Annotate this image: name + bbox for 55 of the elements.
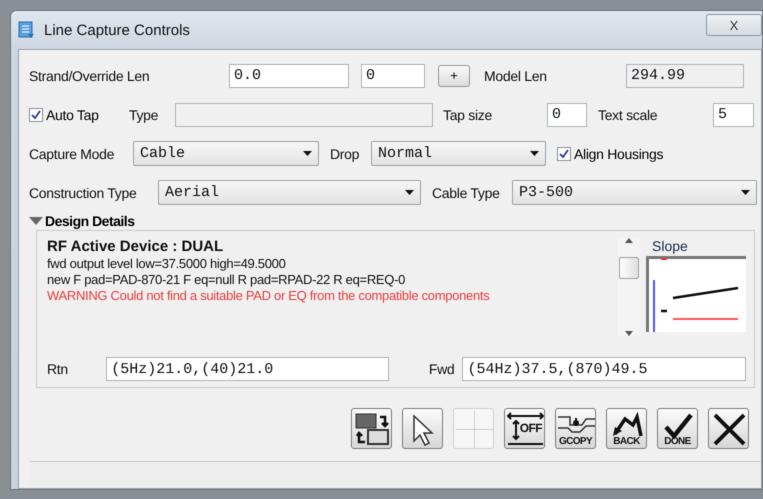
field-label: Fwd (428, 361, 456, 377)
gcopy-button[interactable]: GCOPY (555, 408, 596, 449)
forward-levels-field[interactable]: (54Hz)37.5,(870)49.5 (462, 357, 746, 381)
pointer-button[interactable] (402, 408, 443, 449)
field-label: Construction Type (29, 184, 138, 200)
slope-label: Slope (651, 238, 689, 254)
expand-triangle-icon (29, 217, 43, 225)
details-text: new F pad=PAD-870-21 F eq=null R pad=RPAD-22 R eq=REQ-0 (47, 272, 406, 288)
grid-icon (454, 409, 493, 448)
dropdown-caret-icon (741, 190, 750, 195)
field-label: Rtn (47, 361, 69, 377)
text-scale-field[interactable]: 5 (713, 102, 754, 126)
check-icon (31, 110, 41, 120)
field-label: Strand/Override Len (29, 68, 150, 84)
check-icon (559, 148, 569, 158)
dropdown-caret-icon (530, 151, 539, 156)
back-button[interactable]: BACK (606, 408, 647, 449)
dropdown-caret-icon (405, 190, 414, 195)
construction-type-dropdown[interactable]: Aerial (158, 180, 421, 205)
field-label: Text scale (597, 106, 658, 122)
override-length-field[interactable]: 0 (361, 64, 425, 88)
align-housings-checkbox[interactable]: Align Housings (557, 146, 664, 162)
dropdown-caret-icon (303, 151, 312, 156)
drop-dropdown[interactable]: Normal (371, 141, 546, 166)
strand-length-field[interactable]: 0.0 (229, 64, 349, 88)
scroll-thumb[interactable] (619, 257, 640, 279)
type-field[interactable] (175, 102, 433, 126)
plus-button[interactable]: + (438, 64, 470, 86)
app-icon (18, 21, 36, 39)
done-button[interactable]: DONE (657, 408, 698, 449)
field-label: Capture Mode (29, 146, 116, 162)
details-heading: RF Active Device : DUAL (47, 238, 224, 256)
swap-button[interactable] (351, 408, 392, 449)
cable-type-dropdown[interactable]: P3-500 (512, 180, 757, 205)
design-details-toggle[interactable]: Design Details (29, 212, 761, 230)
auto-tap-checkbox[interactable]: Auto Tap (29, 106, 99, 122)
details-text: fwd output level low=37.5000 high=49.5000 (47, 256, 287, 272)
field-label: Model Len (483, 68, 548, 84)
field-label: Drop (329, 146, 360, 162)
scroll-down-icon (625, 331, 634, 336)
field-label: Cable Type (431, 184, 501, 200)
scroll-up-icon (625, 238, 634, 243)
tap-size-field[interactable]: 0 (547, 102, 587, 126)
model-length-field[interactable]: 294.99 (626, 64, 744, 88)
return-levels-field[interactable]: (5Hz)21.0,(40)21.0 (106, 357, 389, 381)
warning-text: WARNING Could not find a suitable PAD or EQ from the compatible components (47, 288, 490, 304)
field-label: Tap size (442, 106, 493, 122)
field-label: Type (129, 106, 160, 122)
window-title: Line Capture Controls (44, 22, 190, 38)
close-button[interactable]: X (706, 14, 762, 36)
profile-copy-icon (557, 416, 595, 434)
scrollbar[interactable] (618, 238, 640, 336)
cancel-button[interactable] (708, 408, 749, 449)
off-button[interactable]: OFF (504, 408, 545, 449)
capture-mode-dropdown[interactable]: Cable (133, 141, 319, 166)
